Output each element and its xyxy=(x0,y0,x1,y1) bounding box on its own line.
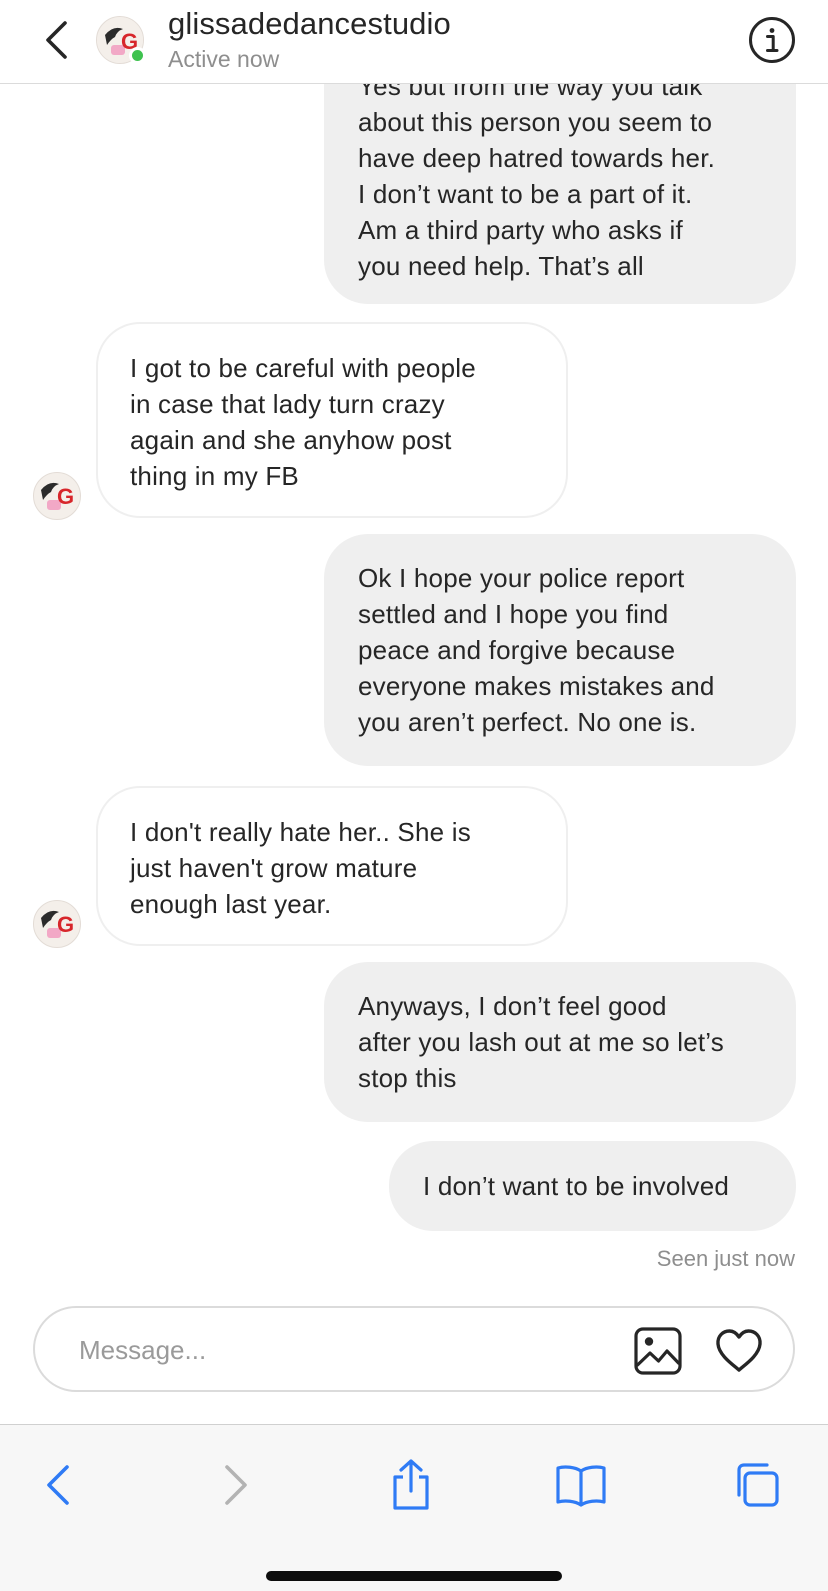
sent-message-bubble[interactable]: Anyways, I don’t feel good after you las… xyxy=(324,962,796,1122)
message-line: again and she anyhow post xyxy=(130,425,452,455)
message-line: have deep hatred towards her. xyxy=(358,143,716,173)
active-status: Active now xyxy=(168,46,280,72)
chevron-left-icon xyxy=(46,21,67,59)
message-line: everyone makes mistakes and xyxy=(358,671,715,701)
message-line: settled and I hope you find xyxy=(358,599,669,629)
message-thread[interactable]: Yes but from the way you talk about this… xyxy=(0,84,828,1304)
message-line: Anyways, I don’t feel good xyxy=(358,991,667,1021)
message-line: you aren’t perfect. No one is. xyxy=(358,707,697,737)
back-button[interactable] xyxy=(36,18,76,62)
svg-text:G: G xyxy=(57,484,74,509)
browser-forward-button[interactable] xyxy=(206,1455,266,1515)
tabs-icon xyxy=(737,1463,779,1507)
message-line: I don’t want to be involved xyxy=(423,1171,730,1201)
home-indicator[interactable] xyxy=(266,1571,562,1581)
seen-status: Seen just now xyxy=(656,1246,795,1271)
message-line: Yes but from the way you talk xyxy=(358,84,703,101)
studio-logo-icon: G xyxy=(33,900,81,948)
message-line: you need help. That’s all xyxy=(358,251,644,281)
info-icon xyxy=(749,17,795,63)
message-line: thing in my FB xyxy=(130,461,299,491)
bookmarks-icon xyxy=(556,1465,606,1507)
share-button[interactable] xyxy=(381,1455,441,1515)
bookmarks-button[interactable] xyxy=(551,1455,611,1515)
message-line: stop this xyxy=(358,1063,457,1093)
received-message-bubble[interactable]: I don't really hate her.. She is just ha… xyxy=(96,786,568,946)
message-line: I don’t want to be a part of it. xyxy=(358,179,693,209)
browser-back-button[interactable] xyxy=(28,1455,88,1515)
studio-logo-icon: G xyxy=(33,472,81,520)
message-input[interactable] xyxy=(79,1330,599,1370)
sent-message-bubble[interactable]: Ok I hope your police report settled and… xyxy=(324,534,796,766)
heart-icon xyxy=(716,1329,762,1372)
online-status-dot xyxy=(129,47,146,64)
profile-avatar[interactable]: G xyxy=(96,16,146,64)
message-line: after you lash out at me so let’s xyxy=(358,1027,724,1057)
message-line: I got to be careful with people xyxy=(130,353,476,383)
browser-back-icon xyxy=(47,1465,69,1505)
image-icon xyxy=(634,1327,682,1375)
message-line: I don't really hate her.. She is xyxy=(130,817,471,847)
browser-forward-icon xyxy=(225,1465,247,1505)
sender-avatar[interactable]: G xyxy=(33,900,81,948)
sent-message-bubble[interactable]: I don’t want to be involved xyxy=(389,1141,796,1231)
received-message-bubble[interactable]: I got to be careful with people in case … xyxy=(96,322,568,518)
message-line: Am a third party who asks if xyxy=(358,215,683,245)
chat-header: G glissadedancestudio Active now xyxy=(0,0,828,84)
message-line: just haven't grow mature xyxy=(130,853,418,883)
message-line: about this person you seem to xyxy=(358,107,713,137)
sent-message-bubble[interactable]: Yes but from the way you talk about this… xyxy=(324,84,796,304)
info-button[interactable] xyxy=(748,16,796,64)
chat-username[interactable]: glissadedancestudio xyxy=(168,6,451,42)
tabs-button[interactable] xyxy=(726,1455,786,1515)
svg-text:G: G xyxy=(57,912,74,937)
share-icon xyxy=(393,1459,429,1510)
message-line: in case that lady turn crazy xyxy=(130,389,445,419)
message-line: enough last year. xyxy=(130,889,332,919)
message-line: Ok I hope your police report xyxy=(358,563,685,593)
sender-avatar[interactable]: G xyxy=(33,472,81,520)
gallery-button[interactable] xyxy=(633,1326,683,1376)
browser-toolbar xyxy=(0,1424,828,1591)
like-button[interactable] xyxy=(713,1325,765,1377)
message-line: peace and forgive because xyxy=(358,635,676,665)
message-composer xyxy=(33,1306,795,1392)
